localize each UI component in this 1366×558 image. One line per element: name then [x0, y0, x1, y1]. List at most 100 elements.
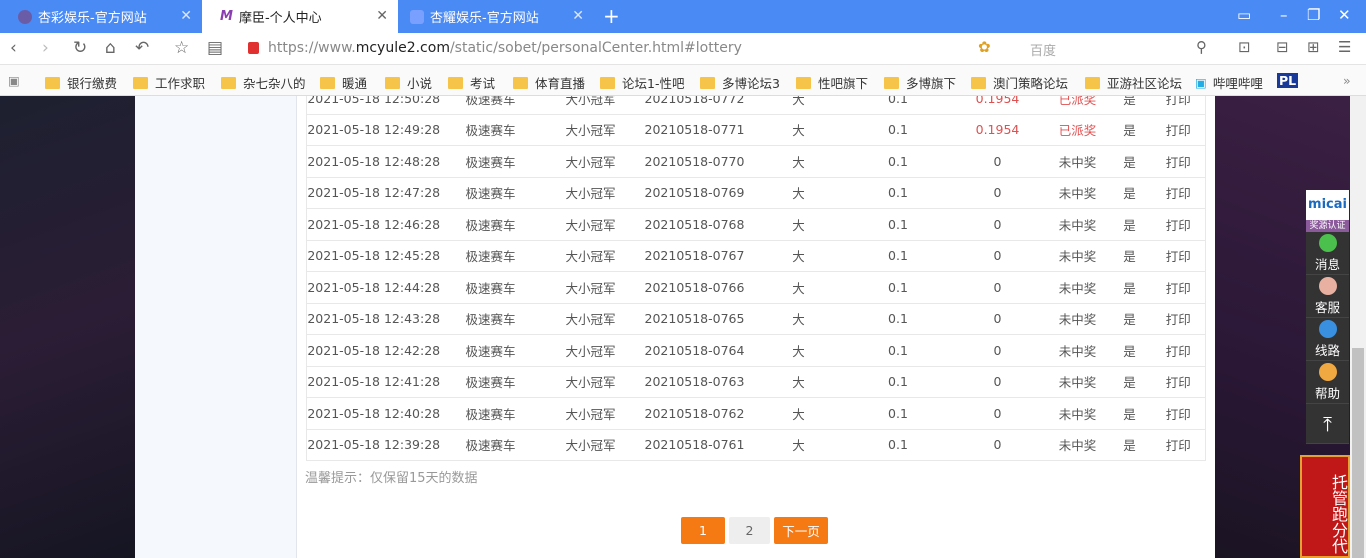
- messages-button[interactable]: 消息: [1306, 232, 1349, 275]
- bookmark[interactable]: 澳门策略论坛: [971, 73, 1068, 92]
- cell-play: 大小冠军: [540, 113, 641, 146]
- back-icon[interactable]: ‹: [10, 38, 17, 58]
- side-menu: [135, 96, 297, 558]
- undo-icon[interactable]: ↶: [135, 38, 149, 58]
- cell-print[interactable]: 打印: [1151, 96, 1206, 114]
- cell-issue: 20210518-0763: [640, 365, 749, 398]
- close-tab-icon[interactable]: ✕: [572, 8, 584, 24]
- cert-label: 奖源认证: [1306, 220, 1349, 232]
- cell-status: 未中奖: [1047, 334, 1108, 366]
- bookmark[interactable]: 亚游社区论坛: [1085, 73, 1182, 92]
- cell-chase: 是: [1107, 145, 1152, 177]
- sidebar-toggle-icon[interactable]: ▭: [1237, 6, 1251, 24]
- bookmark[interactable]: 体育直播: [513, 73, 585, 92]
- bee-icon[interactable]: ✿: [978, 38, 991, 56]
- cell-chase: 是: [1107, 113, 1152, 146]
- bookmark[interactable]: 性吧旗下: [796, 73, 868, 92]
- tab-mochen[interactable]: M 摩臣-个人中心 ✕: [202, 0, 398, 33]
- url-input[interactable]: https://www.mcyule2.com/static/sobet/per…: [268, 40, 742, 56]
- cell-amount: 0.1: [848, 145, 948, 177]
- cell-print[interactable]: 打印: [1151, 365, 1206, 398]
- cell-content: 大: [748, 239, 849, 272]
- cell-amount: 0.1: [848, 176, 948, 209]
- site-icon: [18, 9, 32, 24]
- next-page-button[interactable]: 下一页: [774, 517, 828, 544]
- cell-content: 大: [748, 208, 849, 240]
- folder-icon: [884, 76, 899, 89]
- cell-print[interactable]: 打印: [1151, 145, 1206, 177]
- restore-button[interactable]: ❐: [1307, 6, 1320, 24]
- background-left: [0, 96, 135, 558]
- cell-play: 大小冠军: [540, 302, 641, 335]
- cell-print[interactable]: 打印: [1151, 334, 1206, 366]
- help-button[interactable]: 帮助: [1306, 361, 1349, 404]
- page-1-button[interactable]: 1: [681, 517, 725, 544]
- route-button[interactable]: 线路: [1306, 318, 1349, 361]
- cell-print[interactable]: 打印: [1151, 176, 1206, 209]
- cell-print[interactable]: 打印: [1151, 397, 1206, 429]
- new-tab-button[interactable]: +: [603, 4, 620, 28]
- cell-issue: 20210518-0767: [640, 239, 749, 272]
- cell-content: 大: [748, 271, 849, 303]
- star-icon[interactable]: ☆: [174, 38, 189, 58]
- cell-time: 2021-05-18 12:39:28: [306, 428, 441, 461]
- close-tab-icon[interactable]: ✕: [376, 8, 388, 24]
- cell-status: 未中奖: [1047, 397, 1108, 429]
- extension-icon[interactable]: ⊟: [1276, 38, 1289, 56]
- close-window-button[interactable]: ✕: [1338, 6, 1351, 24]
- cell-prize: 0: [947, 145, 1048, 177]
- bookmark[interactable]: 考试: [448, 73, 495, 92]
- cell-status: 未中奖: [1047, 239, 1108, 272]
- bookmark-pl[interactable]: PL: [1277, 73, 1299, 88]
- reader-icon[interactable]: ▤: [207, 38, 223, 58]
- cell-play: 大小冠军: [540, 365, 641, 398]
- close-tab-icon[interactable]: ✕: [180, 8, 192, 24]
- apps-icon[interactable]: ⊞: [1307, 38, 1320, 56]
- cell-prize: 0: [947, 239, 1048, 272]
- scrollbar-thumb[interactable]: [1352, 348, 1364, 558]
- cell-content: 大: [748, 96, 849, 114]
- bookmark[interactable]: 银行缴费: [45, 73, 117, 92]
- cell-print[interactable]: 打印: [1151, 239, 1206, 272]
- cell-print[interactable]: 打印: [1151, 113, 1206, 146]
- lock-icon: [248, 42, 259, 54]
- menu-icon[interactable]: ☰: [1338, 38, 1351, 56]
- reload-icon[interactable]: ↻: [73, 38, 87, 58]
- home-icon[interactable]: ⌂: [105, 38, 116, 58]
- hint-text: 温馨提示：仅保留15天的数据: [305, 471, 478, 486]
- cell-print[interactable]: 打印: [1151, 271, 1206, 303]
- cell-status: 未中奖: [1047, 208, 1108, 240]
- tab-xingyao[interactable]: 杏耀娱乐-官方网站 ✕: [398, 0, 594, 33]
- search-input[interactable]: 百度: [1030, 40, 1056, 59]
- floating-menu: micai 奖源认证 消息 客服 线路 帮助 ⤒: [1306, 190, 1349, 444]
- table-row: 2021-05-18 12:49:28 极速赛车 大小冠军 20210518-0771…: [306, 113, 1206, 146]
- bookmark[interactable]: ▣ 哔哩哔哩: [1195, 73, 1263, 92]
- bookmark[interactable]: 暖通: [320, 73, 367, 92]
- cell-print[interactable]: 打印: [1151, 208, 1206, 240]
- cell-game: 极速赛车: [440, 334, 541, 366]
- service-button[interactable]: 客服: [1306, 275, 1349, 318]
- screenshot-icon[interactable]: ⊡: [1238, 38, 1251, 56]
- back-to-top-button[interactable]: ⤒: [1306, 404, 1349, 444]
- bookmark[interactable]: 多博旗下: [884, 73, 956, 92]
- bookmark[interactable]: 论坛1-性吧: [600, 73, 684, 92]
- search-icon[interactable]: ⚲: [1196, 38, 1207, 56]
- sidebar-icon[interactable]: ▣: [8, 73, 20, 88]
- cell-play: 大小冠军: [540, 145, 641, 177]
- promo-banner[interactable]: 托管跑分代: [1300, 455, 1350, 558]
- tab-xingcai[interactable]: 杏彩娱乐-官方网站 ✕: [0, 0, 202, 33]
- more-bookmarks-icon[interactable]: »: [1343, 73, 1351, 88]
- cell-print[interactable]: 打印: [1151, 428, 1206, 461]
- cell-prize: 0: [947, 176, 1048, 209]
- bookmark[interactable]: 杂七杂八的: [221, 73, 306, 92]
- forward-icon[interactable]: ›: [42, 38, 49, 58]
- minimize-button[interactable]: –: [1280, 6, 1288, 24]
- cell-issue: 20210518-0762: [640, 397, 749, 429]
- bookmark[interactable]: 多博论坛3: [700, 73, 780, 92]
- bookmark[interactable]: 小说: [385, 73, 432, 92]
- cell-print[interactable]: 打印: [1151, 302, 1206, 335]
- page-2-button[interactable]: 2: [729, 517, 770, 544]
- bookmarks-bar: ▣ 银行缴费 工作求职 杂七杂八的 暖通 小说 考试 体育直播 论坛1-性吧 多…: [0, 65, 1366, 96]
- bookmark[interactable]: 工作求职: [133, 73, 205, 92]
- cell-time: 2021-05-18 12:43:28: [306, 302, 441, 335]
